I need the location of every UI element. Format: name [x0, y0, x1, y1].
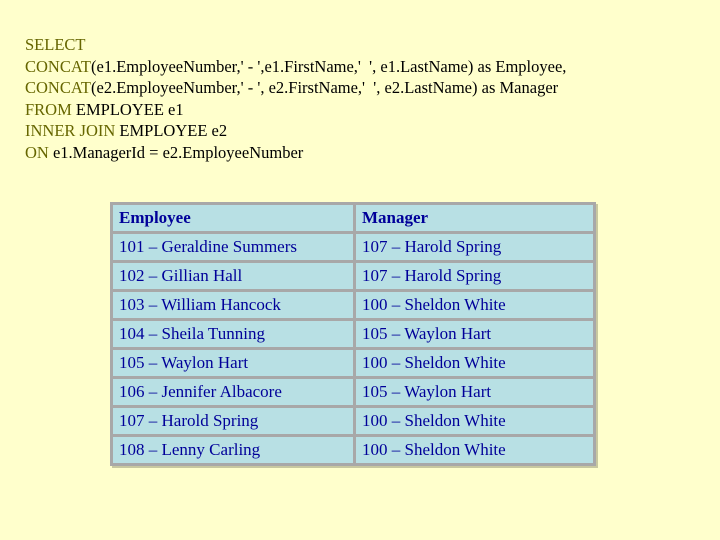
- manager-cell: 100 – Sheldon White: [356, 292, 593, 321]
- table-row: 104 – Sheila Tunning 105 – Waylon Hart: [113, 321, 593, 350]
- manager-cell: 100 – Sheldon White: [356, 437, 593, 463]
- sql-keyword: CONCAT: [25, 78, 92, 98]
- sql-keyword: CONCAT: [25, 56, 92, 76]
- table-row: 101 – Geraldine Summers 107 – Harold Spr…: [113, 234, 593, 263]
- sql-query: SELECT CONCAT(e1.EmployeeNumber,' - ',e1…: [25, 34, 566, 164]
- manager-cell: 100 – Sheldon White: [356, 408, 593, 437]
- sql-keyword: ON: [25, 142, 49, 162]
- employee-cell: 104 – Sheila Tunning: [113, 321, 356, 350]
- sql-line-on: ON e1.ManagerId = e2.EmployeeNumber: [25, 142, 566, 164]
- manager-cell: 100 – Sheldon White: [356, 350, 593, 379]
- sql-line-select: SELECT: [25, 34, 566, 56]
- table-row: 108 – Lenny Carling 100 – Sheldon White: [113, 437, 593, 463]
- sql-keyword: INNER JOIN: [25, 121, 116, 141]
- sql-line-concat-employee: CONCAT(e1.EmployeeNumber,' - ',e1.FirstN…: [25, 56, 566, 78]
- employee-cell: 107 – Harold Spring: [113, 408, 356, 437]
- table-row: 103 – William Hancock 100 – Sheldon Whit…: [113, 292, 593, 321]
- column-header-employee: Employee: [113, 205, 356, 234]
- sql-keyword: SELECT: [25, 35, 86, 54]
- table-header-row: Employee Manager: [113, 205, 593, 234]
- sql-line-concat-manager: CONCAT(e2.EmployeeNumber,' - ', e2.First…: [25, 77, 566, 99]
- sql-line-inner-join: INNER JOIN EMPLOYEE e2: [25, 120, 566, 142]
- table-row: 102 – Gillian Hall 107 – Harold Spring: [113, 263, 593, 292]
- sql-text: (e2.EmployeeNumber,' - ', e2.FirstName,'…: [91, 78, 559, 98]
- employee-cell: 106 – Jennifer Albacore: [113, 379, 356, 408]
- sql-text: EMPLOYEE e1: [71, 99, 184, 119]
- sql-text: EMPLOYEE e2: [115, 121, 228, 141]
- result-table: Employee Manager 101 – Geraldine Summers…: [110, 202, 596, 466]
- employee-cell: 105 – Waylon Hart: [113, 350, 356, 379]
- manager-cell: 107 – Harold Spring: [356, 263, 593, 292]
- employee-cell: 101 – Geraldine Summers: [113, 234, 356, 263]
- employee-cell: 103 – William Hancock: [113, 292, 356, 321]
- sql-text: (e1.EmployeeNumber,' - ',e1.FirstName,' …: [91, 56, 567, 76]
- manager-cell: 107 – Harold Spring: [356, 234, 593, 263]
- manager-cell: 105 – Waylon Hart: [356, 321, 593, 350]
- table-row: 105 – Waylon Hart 100 – Sheldon White: [113, 350, 593, 379]
- column-header-manager: Manager: [356, 205, 593, 234]
- sql-line-from: FROM EMPLOYEE e1: [25, 99, 566, 121]
- employee-cell: 102 – Gillian Hall: [113, 263, 356, 292]
- manager-cell: 105 – Waylon Hart: [356, 379, 593, 408]
- employee-cell: 108 – Lenny Carling: [113, 437, 356, 463]
- table-row: 107 – Harold Spring 100 – Sheldon White: [113, 408, 593, 437]
- sql-text: e1.ManagerId = e2.EmployeeNumber: [48, 142, 304, 162]
- sql-keyword: FROM: [25, 99, 72, 119]
- table-row: 106 – Jennifer Albacore 105 – Waylon Har…: [113, 379, 593, 408]
